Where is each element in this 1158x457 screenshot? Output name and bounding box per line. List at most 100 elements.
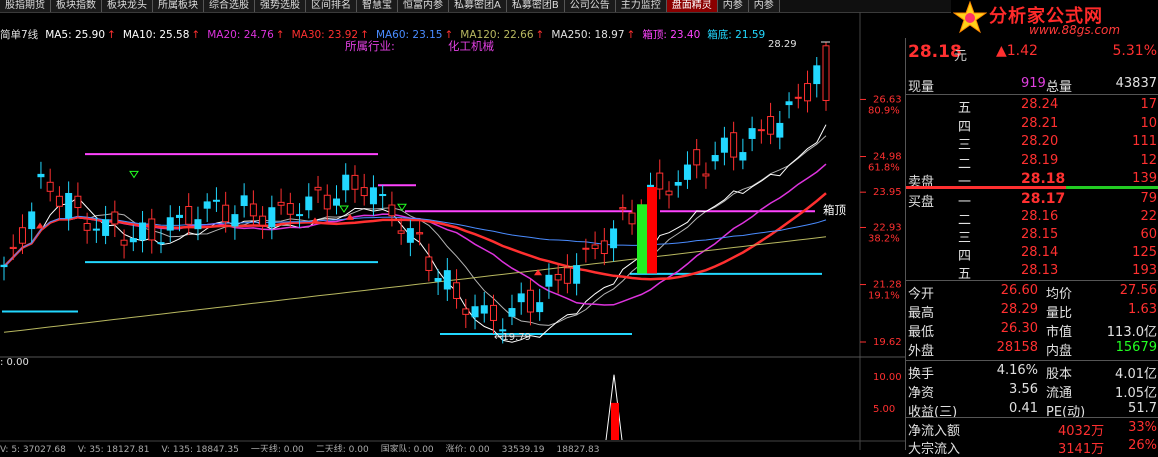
candle[interactable] xyxy=(37,173,45,178)
candle[interactable] xyxy=(471,306,479,318)
candle[interactable] xyxy=(720,137,728,153)
candle[interactable] xyxy=(693,149,701,166)
kline-chart[interactable]: 简单7线 MA5: 25.90 ↑ MA10: 25.58 ↑ MA20: 24.76 ↑ M… xyxy=(0,12,905,452)
candle[interactable] xyxy=(286,203,294,215)
tab-1[interactable]: 板块指数 xyxy=(51,0,102,12)
candle[interactable] xyxy=(175,214,183,218)
candle[interactable] xyxy=(490,304,498,321)
candle[interactable] xyxy=(185,206,193,225)
tab-9[interactable]: 私募密团A xyxy=(449,0,507,12)
candle[interactable] xyxy=(240,195,248,207)
candle[interactable] xyxy=(148,218,156,241)
buy-row[interactable]: 二 28.16 22 xyxy=(906,208,1158,228)
candle[interactable] xyxy=(0,264,8,268)
sell-row[interactable]: 五 28.24 17 xyxy=(906,96,1158,116)
candle[interactable] xyxy=(610,228,618,249)
candle[interactable] xyxy=(767,116,775,135)
candle[interactable] xyxy=(194,219,202,230)
signal-candle-red[interactable] xyxy=(647,186,657,274)
candle[interactable] xyxy=(462,308,470,315)
candle[interactable] xyxy=(231,214,239,227)
buy-row[interactable]: 五 28.13 193 xyxy=(906,262,1158,282)
tab-5[interactable]: 强势选股 xyxy=(255,0,306,12)
candle[interactable] xyxy=(416,232,424,235)
candle[interactable] xyxy=(28,211,36,230)
candle[interactable] xyxy=(757,129,765,132)
signal-candle-green[interactable] xyxy=(637,204,647,274)
candle[interactable] xyxy=(794,96,802,99)
candle[interactable] xyxy=(332,198,340,206)
candle[interactable] xyxy=(268,207,276,228)
candle[interactable] xyxy=(360,187,368,197)
tab-0[interactable]: 股指期货 xyxy=(0,0,51,12)
candle[interactable] xyxy=(748,128,756,139)
candle[interactable] xyxy=(65,192,73,219)
candle[interactable] xyxy=(600,240,608,255)
candle[interactable] xyxy=(822,45,830,101)
candle[interactable] xyxy=(443,270,451,290)
sell-row[interactable]: 四 28.21 10 xyxy=(906,115,1158,135)
candle[interactable] xyxy=(83,222,91,231)
candle[interactable] xyxy=(776,122,784,138)
candle[interactable] xyxy=(305,196,313,211)
candle[interactable] xyxy=(379,194,387,197)
candle[interactable] xyxy=(406,228,414,243)
candle[interactable] xyxy=(499,329,507,332)
buy-row[interactable]: 三 28.15 60 xyxy=(906,226,1158,246)
candle[interactable] xyxy=(425,256,433,271)
tab-12[interactable]: 主力监控 xyxy=(615,0,667,12)
candle[interactable] xyxy=(517,293,525,303)
candle[interactable] xyxy=(139,222,147,241)
candle[interactable] xyxy=(453,282,461,299)
buy-row[interactable]: 买盘一 28.17 79 xyxy=(906,190,1158,210)
candle[interactable] xyxy=(18,227,26,244)
candle[interactable] xyxy=(212,199,220,202)
candle[interactable] xyxy=(222,204,230,223)
candle[interactable] xyxy=(674,181,682,186)
candle[interactable] xyxy=(480,305,488,314)
candle[interactable] xyxy=(102,219,110,236)
candle[interactable] xyxy=(55,195,63,207)
candle[interactable] xyxy=(111,211,119,225)
candle[interactable] xyxy=(785,101,793,106)
candle[interactable] xyxy=(323,194,331,210)
tab-7[interactable]: 智慧宝 xyxy=(357,0,398,12)
candle[interactable] xyxy=(203,201,211,209)
candle[interactable] xyxy=(563,267,571,284)
candle[interactable] xyxy=(434,278,442,282)
candle[interactable] xyxy=(711,155,719,162)
candle[interactable] xyxy=(92,228,100,231)
sell-row[interactable]: 三 28.20 111 xyxy=(906,133,1158,153)
candle[interactable] xyxy=(129,238,137,243)
candle[interactable] xyxy=(730,132,738,158)
candle[interactable] xyxy=(545,274,553,287)
candle[interactable] xyxy=(157,242,165,245)
candle[interactable] xyxy=(702,173,710,177)
tab-2[interactable]: 板块龙头 xyxy=(102,0,153,12)
candle[interactable] xyxy=(573,265,581,284)
candle[interactable] xyxy=(739,152,747,161)
tab-14[interactable]: 内参 xyxy=(717,0,749,12)
candle[interactable] xyxy=(74,195,82,209)
candle[interactable] xyxy=(582,247,590,250)
candle[interactable] xyxy=(120,239,128,246)
tab-4[interactable]: 综合选股 xyxy=(204,0,255,12)
candle[interactable] xyxy=(591,244,599,250)
candle[interactable] xyxy=(296,214,304,217)
tab-11[interactable]: 公司公告 xyxy=(564,0,616,12)
candle[interactable] xyxy=(259,215,267,226)
candle[interactable] xyxy=(351,174,359,190)
candle[interactable] xyxy=(526,289,534,313)
candle[interactable] xyxy=(665,190,673,196)
candle[interactable] xyxy=(277,201,285,206)
candle[interactable] xyxy=(342,174,350,191)
candle[interactable] xyxy=(508,308,516,317)
candle[interactable] xyxy=(628,212,636,225)
buy-row[interactable]: 四 28.14 125 xyxy=(906,244,1158,264)
tab-6[interactable]: 区间排名 xyxy=(306,0,357,12)
candle[interactable] xyxy=(314,186,322,191)
tab-3[interactable]: 所属板块 xyxy=(153,0,204,12)
tab-8[interactable]: 恒富内参 xyxy=(398,0,449,12)
tab-13[interactable]: 盘面精灵 xyxy=(666,0,718,12)
candle[interactable] xyxy=(388,204,396,217)
